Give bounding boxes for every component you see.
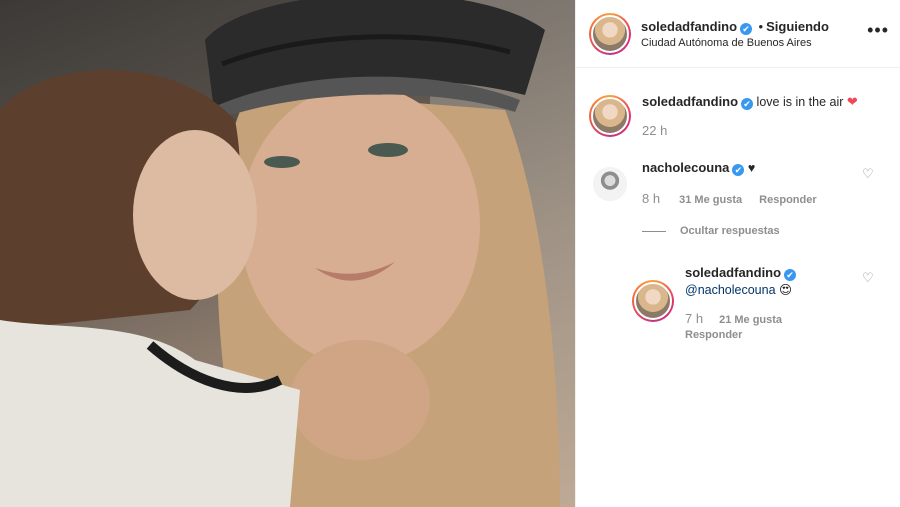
comment-avatar[interactable] [593,167,627,201]
caption: soledadfandino ✔ love is in the air ❤ [642,94,858,110]
woman-right-eye [368,143,408,157]
reply: soledadfandino ✔ @nacholecouna 😍 [685,264,797,299]
smiling-hearts-emoji: 😍 [779,283,793,297]
comment-time[interactable]: 8 h [642,191,660,206]
hide-replies-button[interactable]: Ocultar respuestas [642,225,780,237]
post-photo[interactable] [0,0,575,507]
reply-mention-link[interactable]: @nacholecouna [685,283,776,297]
comment-reply-button[interactable]: Responder [759,194,816,206]
reply-likes[interactable]: 21 Me gusta [719,314,782,326]
replies-divider-line [642,230,666,232]
reply-avatar[interactable] [632,280,674,322]
woman-left-eye [264,156,300,168]
heart-outline-icon[interactable]: ♡ [862,166,876,181]
caption-time[interactable]: 22 h [642,123,667,138]
red-heart-emoji: ❤ [846,94,858,109]
reply-reply-button[interactable]: Responder [685,329,742,341]
comment: nacholecouna ✔ ♥ [642,160,755,176]
reply-username[interactable]: soledadfandino [685,265,781,280]
reply-time[interactable]: 7 h [685,311,703,326]
verified-badge-icon: ✔ [784,269,797,281]
caption-username[interactable]: soledadfandino [642,94,738,109]
separator-dot: • [758,19,764,34]
reply-meta: 7 h 21 Me gusta Responder [685,311,796,343]
caption-meta: 22 h [642,123,683,138]
heart-outline-icon[interactable]: ♡ [862,270,876,285]
verified-badge-icon: ✔ [740,23,753,35]
comment-username[interactable]: nacholecouna [642,160,729,175]
caption-text: love is in the air [756,95,844,109]
verified-badge-icon: ✔ [732,164,745,176]
post-sidebar: soledadfandino ✔ • Siguiendo Ciudad Autóno… [575,0,900,507]
verified-badge-icon: ✔ [741,98,754,110]
author-avatar[interactable] [589,13,631,55]
woman-neck [290,340,430,460]
comment-likes[interactable]: 31 Me gusta [679,194,742,206]
post-header: soledadfandino ✔ • Siguiendo Ciudad Autóno… [576,0,900,68]
comment-meta: 8 h 31 Me gusta Responder [642,191,831,206]
post-location[interactable]: Ciudad Autónoma de Buenos Aires [641,37,812,49]
more-options-icon[interactable]: ••• [867,20,889,41]
comment-text: ♥ [747,161,756,175]
caption-avatar[interactable] [589,95,631,137]
following-button[interactable]: Siguiendo [766,19,829,34]
boy-face [133,130,257,300]
author-username[interactable]: soledadfandino [641,19,737,34]
author-line: soledadfandino ✔ • Siguiendo [641,19,829,35]
woman-face [240,85,480,365]
photo-illustration [0,0,575,507]
hide-replies-label: Ocultar respuestas [680,225,780,237]
